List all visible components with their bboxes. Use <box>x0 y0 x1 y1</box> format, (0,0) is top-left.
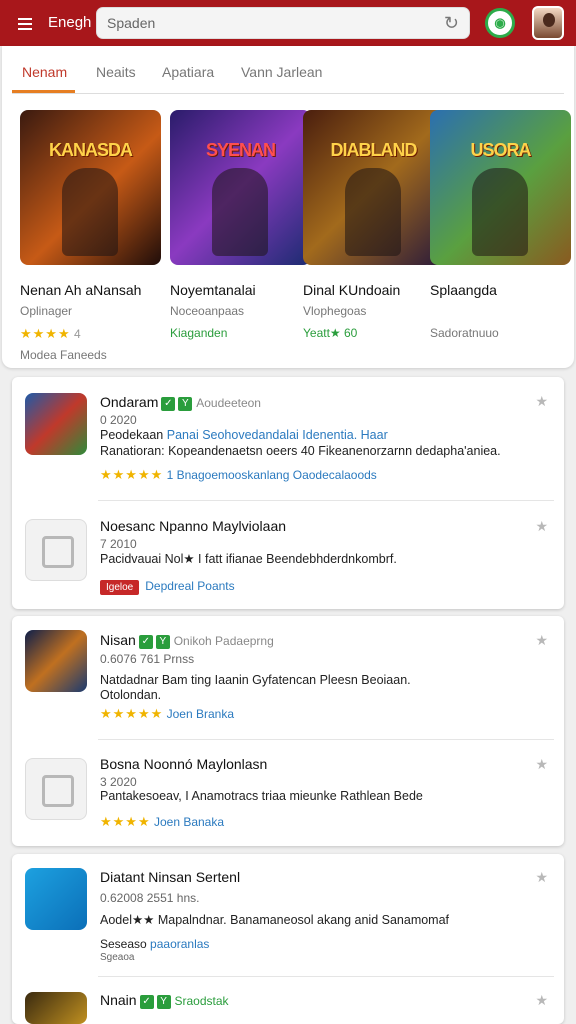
list-card-1: Ondaram ✓ Y Aoudeeteon 0 2020 Peodekaan Pa… <box>12 377 564 609</box>
game-art-0: KANASDA <box>20 110 161 265</box>
search-input[interactable]: Spaden ↻ <box>96 7 470 39</box>
hero-figure <box>212 168 268 256</box>
item-footer: ★★★★★ Joen Branka <box>100 706 235 721</box>
hero-figure <box>472 168 528 256</box>
item-title: Noesanc Npanno Maylviolaan <box>100 518 287 534</box>
item-meta: 0.6076 761 Prnss <box>100 652 195 666</box>
pin-icon[interactable]: ★ <box>535 992 548 1009</box>
game-subtitle-0: Oplinager <box>20 304 73 318</box>
game-subtitle-2: Vlophegoas <box>303 304 367 318</box>
item-footer: ★★★★ Joen Banaka <box>100 814 225 829</box>
hero-figure <box>62 168 118 256</box>
app-thumbnail <box>25 630 87 692</box>
item-meta: 0.62008 2551 hns. <box>100 891 200 905</box>
placeholder-image-icon <box>25 519 87 581</box>
featured-card: Nenam Neaits Apatiara Vann Jarlean KANAS… <box>2 46 574 368</box>
pin-icon[interactable]: ★ <box>535 756 548 773</box>
game-logo-3: USORA <box>470 140 531 160</box>
item-meta: 3 2020 <box>100 775 137 789</box>
notification-icon[interactable]: ◉ <box>485 8 515 38</box>
game-art-1: SYENAN <box>170 110 311 265</box>
list-card-2: Nisan ✓ Y Onikoh Padaeprng 0.6076 761 Prns… <box>12 616 564 846</box>
tab-3[interactable]: Vann Jarlean <box>241 64 322 80</box>
item-desc-line2: Otolondan. <box>100 688 162 702</box>
list-item[interactable]: Bosna Noonnó Maylonlasn 3 2020 Pantakeso… <box>12 740 564 846</box>
pin-icon[interactable]: ★ <box>535 518 548 535</box>
item-footer: Seseaso paaoranlas <box>100 937 210 951</box>
game-rating-2: Yeatt★ 60 <box>303 326 358 340</box>
app-thumbnail <box>25 393 87 455</box>
tab-2[interactable]: Apatiara <box>162 64 214 80</box>
active-tab-indicator <box>12 90 75 93</box>
app-thumbnail <box>25 992 87 1024</box>
item-title: Ondaram ✓ Y Aoudeeteon <box>100 394 261 411</box>
game-title-0: Nenan Ah aNansah <box>20 282 142 298</box>
game-logo-0: KANASDA <box>49 140 133 160</box>
item-meta: 7 2010 <box>100 537 137 551</box>
game-footer-0: Modea Faneeds <box>20 348 107 362</box>
item-desc-line1: Peodekaan Panai Seohovedandalai Idenenti… <box>100 428 388 442</box>
hero-figure <box>345 168 401 256</box>
pin-icon[interactable]: ★ <box>535 393 548 410</box>
item-title: Nnain ✓ Y Sraodstak <box>100 992 229 1009</box>
game-subtitle-1: Noceoanpaas <box>170 304 245 318</box>
pin-icon[interactable]: ★ <box>535 632 548 649</box>
game-title-1: Noyemtanalai <box>170 282 256 298</box>
search-placeholder: Spaden <box>107 15 156 31</box>
game-logo-1: SYENAN <box>205 140 276 160</box>
featured-game-3[interactable]: USORA Splaangda Sadoratnuuo <box>430 110 572 340</box>
game-rating-0: ★★★★ 4 <box>20 326 81 341</box>
list-item[interactable]: Diatant Ninsan Sertenl 0.62008 2551 hns.… <box>12 854 564 977</box>
top-app-bar: Enegh Spaden ↻ ◉ <box>0 0 576 46</box>
list-item[interactable]: Noesanc Npanno Maylviolaan 7 2010 Pacidv… <box>12 501 564 609</box>
menu-icon[interactable] <box>18 15 36 31</box>
item-title: Bosna Noonnó Maylonlasn <box>100 756 268 772</box>
game-title-3: Splaangda <box>430 282 497 298</box>
item-footer: Igeloe Depdreal Poants <box>100 579 235 595</box>
tab-0[interactable]: Nenam <box>22 64 67 80</box>
item-meta: 0 2020 <box>100 413 137 427</box>
list-item[interactable]: Nisan ✓ Y Onikoh Padaeprng 0.6076 761 Prns… <box>12 616 564 740</box>
featured-game-0[interactable]: KANASDA Nenan Ah aNansah Oplinager ★★★★ … <box>20 110 162 362</box>
item-desc-line1: Natdadnar Bam ting Iaanin Gyfatencan Ple… <box>100 673 411 687</box>
app-thumbnail <box>25 868 87 930</box>
item-footer-sub: Sgeaoa <box>100 952 135 963</box>
featured-game-1[interactable]: SYENAN Noyemtanalai Noceoanpaas Kiagande… <box>170 110 312 340</box>
refresh-icon[interactable]: ↻ <box>444 13 459 34</box>
item-desc-line1: Pantakesoeav, I Anamotracs triaa mieunke… <box>100 789 423 803</box>
brand-label: Enegh <box>48 14 92 31</box>
item-desc-line2: Ranatioran: Kopeandenaetsn oeers 40 Fike… <box>100 444 501 458</box>
game-subtitle-3: Sadoratnuuo <box>430 326 499 340</box>
item-title: Diatant Ninsan Sertenl <box>100 869 241 885</box>
list-item[interactable]: Nnain ✓ Y Sraodstak ★ <box>12 978 564 1024</box>
list-card-3: Diatant Ninsan Sertenl 0.62008 2551 hns.… <box>12 854 564 1024</box>
game-rating-1: Kiaganden <box>170 326 228 340</box>
item-footer: ★★★★★ 1 Bnagoemooskanlang Oaodecalaoods <box>100 467 377 482</box>
item-desc-line1: Aodel★★ Mapalndnar. Banamaneosol akang a… <box>100 913 450 927</box>
game-logo-2: DIABLAND <box>330 140 418 160</box>
game-art-2: DIABLAND <box>303 110 444 265</box>
tab-bar: Nenam Neaits Apatiara Vann Jarlean <box>12 46 564 94</box>
placeholder-image-icon <box>25 758 87 820</box>
item-title: Nisan ✓ Y Onikoh Padaeprng <box>100 632 274 649</box>
pin-icon[interactable]: ★ <box>535 869 548 886</box>
game-title-2: Dinal KUndoain <box>303 282 401 298</box>
game-art-3: USORA <box>430 110 571 265</box>
tab-1[interactable]: Neaits <box>96 64 136 80</box>
item-desc-line1: Pacidvauai Nol★ I fatt ifianae Beendebhd… <box>100 552 397 566</box>
featured-game-2[interactable]: DIABLAND Dinal KUndoain Vlophegoas Yeatt… <box>303 110 445 340</box>
divider <box>98 976 554 977</box>
avatar[interactable] <box>532 6 564 40</box>
list-item[interactable]: Ondaram ✓ Y Aoudeeteon 0 2020 Peodekaan Pa… <box>12 377 564 501</box>
